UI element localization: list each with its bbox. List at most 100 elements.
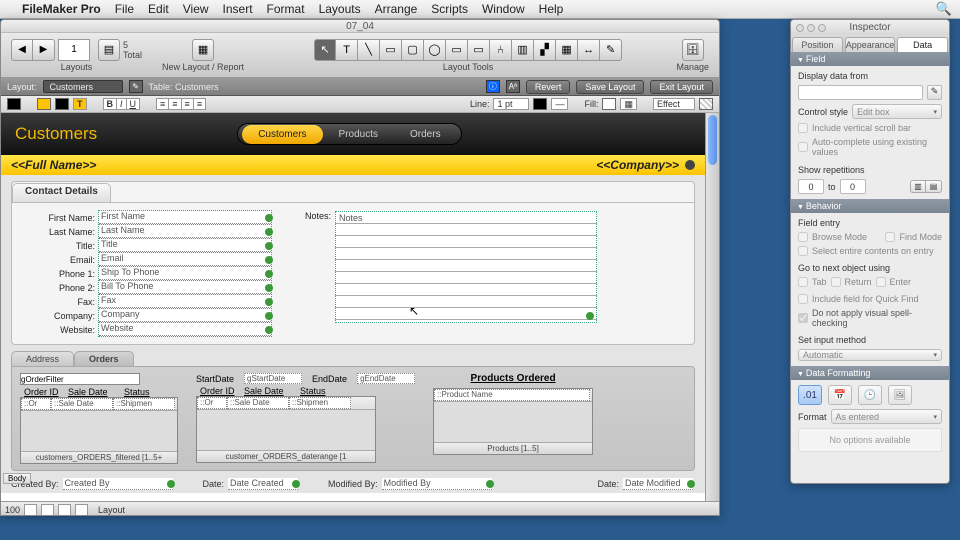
roundrect-tool-icon[interactable]: ▢ bbox=[402, 39, 424, 61]
find-checkbox[interactable]: Find Mode bbox=[885, 232, 942, 242]
oval-tool-icon[interactable]: ◯ bbox=[424, 39, 446, 61]
underline-button[interactable]: U bbox=[127, 98, 141, 110]
app-name[interactable]: FileMaker Pro bbox=[22, 2, 101, 16]
tab-orders[interactable]: Orders bbox=[394, 129, 457, 140]
fmt-time-icon[interactable]: 🕒 bbox=[858, 385, 882, 405]
inspector-tab-position[interactable]: Position bbox=[792, 37, 843, 52]
part-tool-icon[interactable]: ↔ bbox=[578, 39, 600, 61]
return-checkbox[interactable]: Return bbox=[831, 277, 872, 287]
inspector-tab-appearance[interactable]: Appearance bbox=[845, 37, 896, 52]
modifiedby-field[interactable]: Modified By bbox=[382, 478, 492, 490]
record-nav[interactable]: ◀▶ bbox=[11, 39, 55, 61]
zoom-out-icon[interactable] bbox=[24, 504, 37, 516]
input-method-select[interactable]: Automatic bbox=[798, 349, 942, 361]
text-color-swatch[interactable] bbox=[7, 98, 21, 110]
align-justify-button[interactable]: ≡ bbox=[194, 98, 206, 110]
info-icon[interactable]: ⓘ bbox=[486, 80, 500, 93]
menu-scripts[interactable]: Scripts bbox=[431, 2, 468, 16]
spellcheck-checkbox[interactable]: Do not apply visual spell-checking bbox=[798, 308, 942, 328]
align-right-button[interactable]: ≡ bbox=[182, 98, 194, 110]
genddate-field[interactable]: gEndDate bbox=[357, 373, 415, 384]
quickfind-checkbox[interactable]: Include field for Quick Find bbox=[798, 294, 942, 304]
revert-button[interactable]: Revert bbox=[526, 80, 571, 94]
layout-list-icon[interactable]: ▤ bbox=[98, 39, 120, 61]
spotlight-icon[interactable]: 🔍 bbox=[936, 1, 952, 17]
select-entire-checkbox[interactable]: Select entire contents on entry bbox=[798, 246, 942, 256]
fill-swatch-2[interactable] bbox=[55, 98, 69, 110]
line-weight[interactable]: 1 pt bbox=[493, 98, 529, 110]
t-button[interactable]: T bbox=[73, 98, 87, 110]
tab-tool-icon[interactable]: ⑃ bbox=[490, 39, 512, 61]
inspector-tab-data[interactable]: Data bbox=[897, 37, 948, 52]
line-style[interactable]: — bbox=[551, 98, 568, 110]
control-style-select[interactable]: Edit box bbox=[852, 104, 942, 119]
firstname-field[interactable]: First Name bbox=[99, 211, 271, 224]
lastname-field[interactable]: Last Name bbox=[99, 225, 271, 238]
enter-checkbox[interactable]: Enter bbox=[876, 277, 912, 287]
phone2-field[interactable]: Bill To Phone bbox=[99, 281, 271, 294]
autocomplete-checkbox[interactable]: Auto-complete using existing values bbox=[798, 137, 942, 157]
effect-swatch[interactable] bbox=[699, 98, 713, 110]
exit-layout-button[interactable]: Exit Layout bbox=[650, 80, 713, 94]
italic-button[interactable]: I bbox=[117, 98, 127, 110]
fmt-date-icon[interactable]: 📅 bbox=[828, 385, 852, 405]
tab-customers[interactable]: Customers bbox=[242, 125, 322, 144]
rect-tool-icon[interactable]: ▭ bbox=[380, 39, 402, 61]
createdby-field[interactable]: Created By bbox=[63, 478, 173, 490]
align-center-button[interactable]: ≡ bbox=[169, 98, 181, 110]
datecreated-field[interactable]: Date Created bbox=[228, 478, 298, 490]
vertical-scrollbar[interactable] bbox=[705, 113, 719, 501]
email-field[interactable]: Email bbox=[99, 253, 271, 266]
browse-checkbox[interactable]: Browse Mode bbox=[798, 232, 867, 242]
menu-layouts[interactable]: Layouts bbox=[319, 2, 361, 16]
rep-from-input[interactable]: 0 bbox=[798, 179, 824, 194]
text-tool-icon[interactable]: T bbox=[336, 39, 358, 61]
menu-format[interactable]: Format bbox=[267, 2, 305, 16]
new-layout-icon[interactable]: ▦ bbox=[192, 39, 214, 61]
notes-field[interactable]: Notes bbox=[335, 211, 597, 323]
menu-file[interactable]: File bbox=[115, 2, 134, 16]
phone1-field[interactable]: Ship To Phone bbox=[99, 267, 271, 280]
display-from-input[interactable] bbox=[798, 85, 923, 100]
portal-tool-icon[interactable]: ▥ bbox=[512, 39, 534, 61]
tool1-icon[interactable] bbox=[58, 504, 71, 516]
manage-icon[interactable]: 🗄 bbox=[682, 39, 704, 61]
save-layout-button[interactable]: Save Layout bbox=[576, 80, 644, 94]
datemodified-field[interactable]: Date Modified bbox=[623, 478, 693, 490]
tab-products[interactable]: Products bbox=[323, 129, 394, 140]
field-tool-icon[interactable]: ▭ bbox=[446, 39, 468, 61]
menu-insert[interactable]: Insert bbox=[223, 2, 253, 16]
align-left-button[interactable]: ≡ bbox=[156, 98, 169, 110]
fill-color-swatch[interactable] bbox=[602, 98, 616, 110]
tab-checkbox[interactable]: Tab bbox=[798, 277, 827, 287]
section-formatting[interactable]: Data Formatting bbox=[791, 366, 949, 380]
menu-edit[interactable]: Edit bbox=[148, 2, 169, 16]
menu-window[interactable]: Window bbox=[482, 2, 525, 16]
nav-dot-icon[interactable] bbox=[685, 160, 695, 170]
website-field[interactable]: Website bbox=[99, 323, 271, 336]
rep-orientation[interactable]: ▥▤ bbox=[910, 180, 942, 193]
format-painter-tool-icon[interactable]: ✎ bbox=[600, 39, 622, 61]
title-field[interactable]: Title bbox=[99, 239, 271, 252]
aa-icon[interactable]: Aª bbox=[506, 80, 520, 93]
pointer-tool-icon[interactable]: ↖ bbox=[314, 39, 336, 61]
line-tool-icon[interactable]: ╲ bbox=[358, 39, 380, 61]
pencil-icon[interactable]: ✎ bbox=[129, 80, 143, 93]
record-number[interactable]: 1 bbox=[58, 39, 90, 61]
company-field[interactable]: Company bbox=[99, 309, 271, 322]
fax-field[interactable]: Fax bbox=[99, 295, 271, 308]
fill-swatch-1[interactable] bbox=[37, 98, 51, 110]
gstartdate-field[interactable]: gStartDate bbox=[244, 373, 302, 384]
body-part-label[interactable]: Body bbox=[3, 473, 31, 484]
format-select[interactable]: As entered bbox=[831, 409, 942, 424]
fmt-graphic-icon[interactable]: 🖼 bbox=[888, 385, 912, 405]
menu-help[interactable]: Help bbox=[539, 2, 564, 16]
pencil-icon[interactable]: ✎ bbox=[927, 85, 942, 100]
bold-button[interactable]: B bbox=[103, 98, 118, 110]
menu-arrange[interactable]: Arrange bbox=[375, 2, 418, 16]
scroll-checkbox[interactable]: Include vertical scroll bar bbox=[798, 123, 942, 133]
rep-to-input[interactable]: 0 bbox=[840, 179, 866, 194]
fill-pattern[interactable]: ▦ bbox=[620, 98, 637, 110]
webviewer-tool-icon[interactable]: ▦ bbox=[556, 39, 578, 61]
layout-selector[interactable]: Customers bbox=[43, 80, 123, 93]
